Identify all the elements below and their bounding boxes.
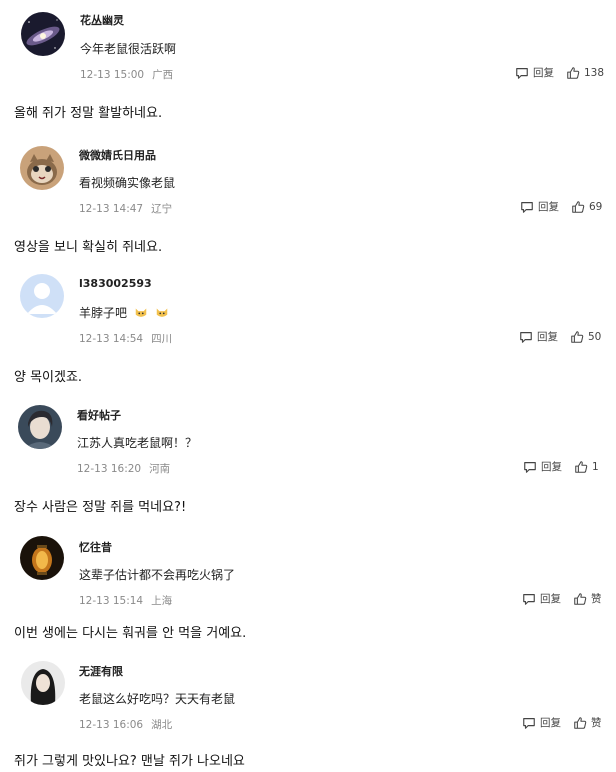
username[interactable]: 看好帖子 [77, 407, 121, 423]
lantern-avatar-icon [20, 536, 64, 580]
reply-label: 回复 [541, 461, 562, 473]
comment-actions: 回复 50 [519, 329, 601, 344]
like-count: 赞 [591, 717, 602, 729]
cat-avatar-icon [20, 146, 64, 190]
like-count: 69 [589, 200, 603, 213]
galaxy-avatar-icon [21, 12, 65, 56]
thumbs-up-icon [574, 716, 587, 729]
comment-bubble-icon [523, 717, 535, 729]
cat-face-emoji-icon [156, 308, 167, 317]
comment-time: 12-13 16:06 [79, 719, 144, 731]
comment-location: 四川 [151, 333, 173, 345]
like-button[interactable]: 50 [570, 330, 601, 344]
comment-meta: 12-13 15:00 广西 [80, 67, 173, 82]
comment-actions: 回复 1 [523, 459, 599, 474]
reply-label: 回复 [540, 593, 561, 605]
comment-location: 辽宁 [151, 203, 173, 215]
reply-button[interactable]: 回复 [515, 65, 554, 80]
reply-button[interactable]: 回复 [523, 459, 562, 474]
comment-text: 老鼠这么好吃吗？天天有老鼠 [79, 692, 236, 706]
comment-time: 12-13 15:14 [79, 595, 144, 607]
thumbs-up-icon [567, 66, 580, 79]
comment-text: 羊脖子吧 [79, 304, 169, 321]
translation-text: 영상을 보니 확실히 쥐네요. [14, 240, 163, 255]
username[interactable]: 无涯有限 [79, 663, 123, 679]
like-count: 赞 [591, 593, 602, 605]
thumbs-up-icon [575, 460, 588, 473]
comment-meta: 12-13 14:47 辽宁 [79, 201, 172, 216]
comment-text: 这辈子估计都不会再吃火锅了 [79, 568, 236, 582]
comment-location: 河南 [149, 463, 171, 475]
comment-text-content: 羊脖子吧 [79, 306, 128, 320]
like-button[interactable]: 138 [566, 66, 604, 80]
portrait-avatar-icon [18, 405, 62, 449]
avatar[interactable] [20, 146, 64, 190]
username[interactable]: 忆往昔 [79, 539, 112, 555]
comment-location: 上海 [151, 595, 173, 607]
like-button[interactable]: 69 [571, 200, 602, 214]
username[interactable]: l383002593 [79, 277, 152, 290]
reply-button[interactable]: 回复 [522, 591, 561, 606]
reply-label: 回复 [538, 201, 559, 213]
comment-text: 看视频确实像老鼠 [79, 176, 176, 190]
like-count: 138 [584, 66, 605, 79]
comment-time: 12-13 15:00 [80, 69, 145, 81]
username[interactable]: 微微婧氏日用品 [79, 147, 156, 163]
avatar[interactable] [21, 12, 65, 56]
like-button[interactable]: 1 [574, 460, 599, 474]
comment-actions: 回复 138 [515, 65, 604, 80]
cat-face-emoji-icon [135, 308, 147, 317]
comment-bubble-icon [516, 67, 528, 79]
comment-time: 12-13 14:47 [79, 203, 144, 215]
avatar[interactable] [18, 405, 62, 449]
avatar[interactable] [20, 274, 64, 318]
translation-text: 장수 사람은 정말 쥐를 먹네요?! [14, 500, 187, 515]
comment-location: 广西 [152, 69, 174, 81]
translation-text: 올해 쥐가 정말 활발하네요. [14, 106, 163, 121]
translation-text: 이번 생에는 다시는 훠궈를 안 먹을 거예요. [14, 626, 247, 641]
comment-bubble-icon [520, 331, 532, 343]
woman-portrait-avatar-icon [21, 661, 65, 705]
comment-actions: 回复 69 [520, 199, 602, 214]
thumbs-up-icon [572, 200, 585, 213]
reply-button[interactable]: 回复 [519, 329, 558, 344]
comment-meta: 12-13 16:20 河南 [77, 461, 170, 476]
like-count: 50 [588, 330, 602, 343]
comment-text: 今年老鼠很活跃啊 [80, 42, 177, 56]
comment-meta: 12-13 15:14 上海 [79, 593, 172, 608]
thumbs-up-icon [574, 592, 587, 605]
like-button[interactable]: 赞 [573, 715, 602, 730]
thumbs-up-icon [571, 330, 584, 343]
username[interactable]: 花丛幽灵 [80, 12, 124, 28]
comment-bubble-icon [523, 593, 535, 605]
comment-meta: 12-13 16:06 湖北 [79, 717, 172, 732]
translation-text: 쥐가 그렇게 맛있나요? 맨날 쥐가 나오네요 [14, 754, 245, 769]
avatar[interactable] [21, 661, 65, 705]
comment-actions: 回复 赞 [522, 591, 602, 606]
comment-bubble-icon [521, 201, 533, 213]
reply-label: 回复 [533, 67, 554, 79]
comment-time: 12-13 14:54 [79, 333, 144, 345]
reply-label: 回复 [540, 717, 561, 729]
reply-button[interactable]: 回复 [520, 199, 559, 214]
comment-time: 12-13 16:20 [77, 463, 142, 475]
default-user-avatar-icon [20, 274, 64, 318]
comment-bubble-icon [524, 461, 536, 473]
reply-label: 回复 [537, 331, 558, 343]
comment-actions: 回复 赞 [522, 715, 602, 730]
like-button[interactable]: 赞 [573, 591, 602, 606]
like-count: 1 [592, 460, 599, 473]
comment-text: 江苏人真吃老鼠啊！？ [77, 436, 198, 450]
comment-meta: 12-13 14:54 四川 [79, 331, 172, 346]
translation-text: 양 목이겠죠. [14, 370, 83, 385]
avatar[interactable] [20, 536, 64, 580]
reply-button[interactable]: 回复 [522, 715, 561, 730]
comment-location: 湖北 [151, 719, 173, 731]
